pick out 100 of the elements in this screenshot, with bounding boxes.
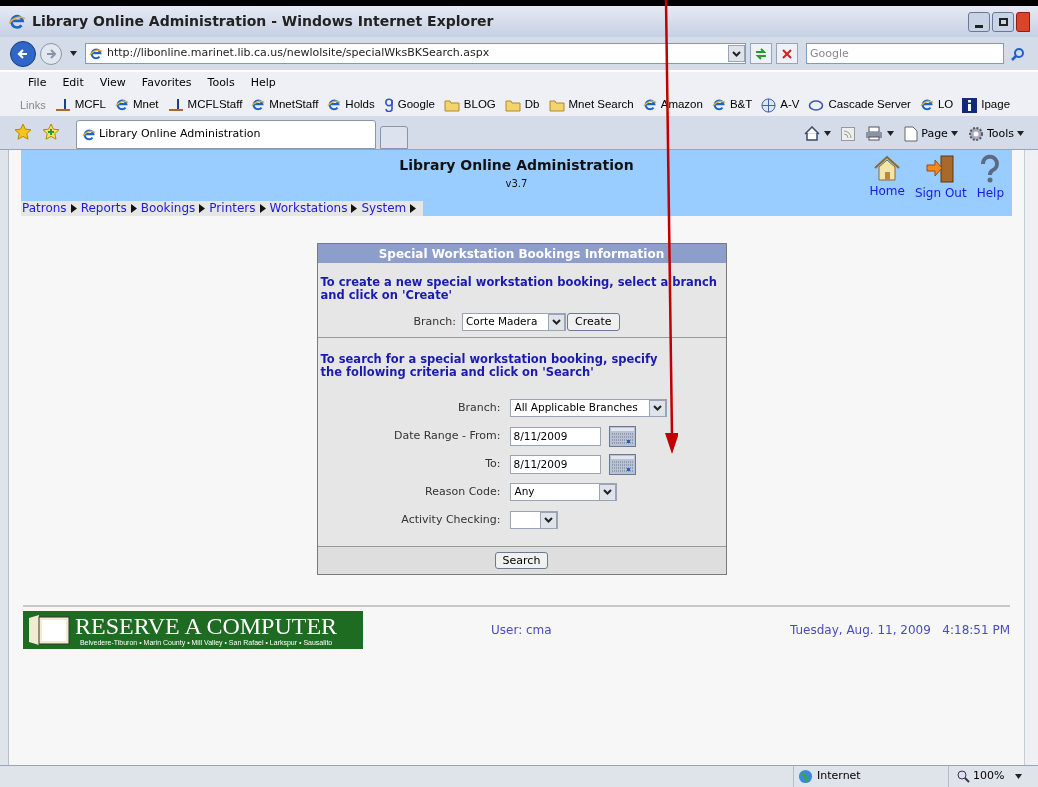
panel-header: Special Workstation Bookings Information — [317, 244, 726, 263]
ring-icon — [808, 98, 825, 112]
caret-icon — [1017, 131, 1024, 137]
triangle-icon — [199, 204, 206, 213]
field-label: Reason Code: — [424, 483, 501, 500]
field-label: Date Range - From: — [392, 427, 501, 444]
link-button[interactable]: B&T — [711, 96, 753, 114]
caret-icon — [950, 131, 958, 137]
link-button[interactable]: Mnet Search — [548, 96, 634, 114]
ie-logo-icon — [89, 46, 103, 61]
link-button[interactable]: MnetStaff — [251, 96, 319, 114]
calendar-icon[interactable] — [608, 425, 636, 447]
field-label: Activity Checking: — [400, 511, 501, 528]
select-field[interactable]: Any — [509, 483, 617, 501]
refresh-button[interactable] — [750, 43, 772, 64]
link-button[interactable]: Mnet — [115, 96, 159, 114]
page-icon — [904, 125, 919, 142]
restore-button[interactable] — [992, 11, 1014, 32]
zoom-button[interactable]: 100% — [948, 766, 1038, 787]
close-button[interactable] — [1016, 11, 1030, 32]
magnifier-icon — [957, 770, 970, 783]
menu-item[interactable]: Help — [250, 74, 276, 92]
exit-door-icon — [924, 154, 957, 184]
link-button[interactable]: Cascade Server — [808, 96, 911, 114]
menu-item[interactable]: View — [99, 74, 126, 92]
browser-tab[interactable]: Library Online Administration — [76, 120, 376, 149]
star-icon[interactable] — [14, 123, 32, 141]
nav-link[interactable]: Bookings — [140, 201, 196, 216]
triangle-icon — [130, 204, 137, 213]
link-button[interactable]: MCFLStaff — [167, 96, 243, 114]
g-icon — [383, 98, 394, 112]
ie-logo-icon — [8, 12, 26, 31]
home-button[interactable] — [804, 126, 832, 142]
nav-link[interactable]: Patrons — [22, 201, 67, 216]
gear-icon — [967, 125, 984, 142]
select-field[interactable]: All Applicable Branches — [509, 399, 667, 417]
select-field[interactable] — [509, 511, 558, 529]
command-button[interactable]: Tools — [967, 125, 1024, 142]
nav-link[interactable]: System — [361, 201, 407, 216]
ie-logo-icon — [115, 98, 129, 112]
link-button[interactable]: BLOG — [443, 96, 496, 114]
minimize-button[interactable] — [968, 11, 990, 32]
menu-item[interactable]: File — [28, 74, 47, 92]
window-title: Library Online Administration - Windows Internet Explorer — [32, 12, 494, 31]
add-favorite-icon[interactable] — [42, 123, 60, 141]
link-button[interactable]: A-V — [761, 96, 800, 114]
address-field[interactable]: http://libonline.marinet.lib.ca.us/newlolsite/specialWksBKSearch.aspx — [85, 43, 746, 64]
nav-link[interactable]: Workstations — [269, 201, 348, 216]
user-label: User: cma — [491, 622, 552, 639]
instruction-text: To create a new special workstation booking, select a branch and click on 'Create' — [320, 276, 718, 302]
link-button[interactable]: Google — [383, 96, 435, 114]
calendar-icon[interactable] — [608, 453, 636, 475]
folder-icon — [504, 98, 521, 112]
field-label: Branch: — [413, 313, 456, 330]
zone-label: Internet — [817, 768, 861, 785]
header-link[interactable]: Sign Out — [914, 154, 967, 202]
menu-item[interactable]: Tools — [207, 74, 235, 92]
triangle-icon — [351, 204, 358, 213]
search-button[interactable]: Search — [494, 552, 549, 569]
caret-icon — [1015, 774, 1023, 779]
stop-button[interactable] — [776, 43, 798, 64]
ie-logo-icon — [251, 98, 266, 112]
nav-link[interactable]: Printers — [209, 201, 256, 216]
menu-item[interactable]: Favorites — [141, 74, 192, 92]
date-field[interactable]: 8/11/2009 — [509, 426, 601, 446]
link-button[interactable]: Db — [504, 96, 540, 114]
triangle-icon — [410, 204, 417, 213]
folder-icon — [548, 98, 565, 112]
search-field[interactable]: Google — [806, 43, 1004, 64]
branch-select[interactable]: Corte Madera — [461, 313, 566, 331]
right-arrow-icon — [46, 48, 56, 59]
search-icon — [1011, 46, 1025, 61]
nav-link[interactable]: Reports — [80, 201, 127, 216]
back-button[interactable] — [10, 40, 36, 67]
x-icon — [782, 48, 792, 59]
caret-icon — [824, 131, 832, 137]
link-button[interactable]: Holds — [327, 96, 375, 114]
link-button[interactable]: MCFL — [54, 96, 106, 114]
ie-logo-icon — [327, 98, 342, 112]
triangle-icon — [259, 204, 266, 213]
create-button[interactable]: Create — [566, 313, 620, 331]
date-field[interactable]: 8/11/2009 — [509, 454, 601, 474]
date-time-label: Tuesday, Aug. 11, 2009 4:18:51 PM — [789, 622, 1010, 639]
globe-icon — [761, 97, 777, 113]
command-button[interactable]: Page — [904, 125, 958, 142]
menu-item[interactable]: Edit — [62, 74, 84, 92]
print-button[interactable] — [865, 126, 895, 142]
links-label: Links — [20, 97, 46, 113]
triangle-icon — [70, 204, 77, 213]
link-button[interactable]: LO — [919, 96, 954, 114]
app-title: Library Online Administration — [399, 156, 634, 175]
ie-logo-icon — [642, 98, 657, 112]
page-icon — [167, 98, 184, 112]
link-button[interactable]: Ipage — [962, 96, 1011, 114]
header-link[interactable]: Help — [976, 154, 1004, 202]
left-arrow-icon — [17, 47, 29, 60]
field-label: To: — [484, 455, 501, 472]
feed-icon — [841, 126, 856, 141]
header-link[interactable]: Home — [869, 154, 905, 202]
ie-logo-icon — [711, 98, 726, 112]
